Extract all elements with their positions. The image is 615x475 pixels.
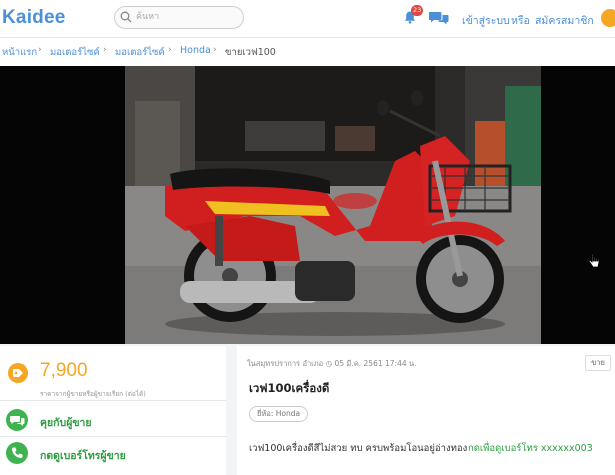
divider [0,400,226,401]
breadcrumb-separator: › [168,45,172,55]
sale-tag: ขาย [585,355,611,371]
breadcrumb-motorcycle[interactable]: มอเตอร์ไซค์ [50,45,100,60]
breadcrumb-honda[interactable]: Honda [180,45,211,56]
chat-seller-icon[interactable] [6,409,28,431]
listing-title: เวฟ100เครื่องดี [249,381,330,395]
login-link[interactable]: เข้าสู่ระบบ [462,12,510,29]
breadcrumb-separator: › [103,45,107,55]
breadcrumb-separator: › [38,45,42,55]
hand-pointer-icon [588,253,600,268]
search-icon [120,11,132,23]
listing-price: 7,900 [40,360,88,381]
breadcrumb-current: ขายเวฟ100 [225,47,276,58]
top-navbar: Kaidee 23 เข้าสู่ระบบ หรือ สมัครสมาชิก [0,0,615,38]
brand-chip[interactable]: ยี่ห้อ: Honda [249,406,309,422]
breadcrumb-motorcycle-sub[interactable]: มอเตอร์ไซค์ [115,45,165,60]
price-note: ราคาจากผู้ขายหรือผู้ขายเรียก (ต่อได้) [40,390,146,398]
chat-icon[interactable] [429,10,449,26]
divider [0,436,226,437]
post-ad-button[interactable] [601,9,615,27]
search-input[interactable] [136,9,236,25]
show-phone-button[interactable]: กดดูเบอร์โทรผู้ขาย [40,447,126,464]
signup-link[interactable]: สมัครสมาชิก [535,12,594,29]
show-phone-link[interactable]: กดเพื่อดูเบอร์โทร xxxxxx003 [468,441,593,456]
motorcycle-photo[interactable] [125,66,541,344]
listing-page: Kaidee 23 เข้าสู่ระบบ หรือ สมัครสมาชิก ห… [0,0,615,475]
breadcrumb-separator: › [213,45,217,55]
price-tag-icon [8,363,28,383]
breadcrumb-home[interactable]: หน้าแรก [2,45,37,60]
listing-meta: ในสมุทรปราการ อำเภอ ◷ 05 มี.ค. 2561 17:4… [247,359,417,368]
kaidee-logo[interactable]: Kaidee [2,7,66,29]
or-label: หรือ [511,15,530,27]
chat-seller-button[interactable]: คุยกับผู้ขาย [40,414,92,431]
notification-badge: 23 [411,5,424,16]
listing-description: เวฟ100เครื่องดีสีไม่สวย ทบ ครบพร้อมโอนอย… [249,443,468,454]
phone-icon[interactable] [6,442,28,464]
